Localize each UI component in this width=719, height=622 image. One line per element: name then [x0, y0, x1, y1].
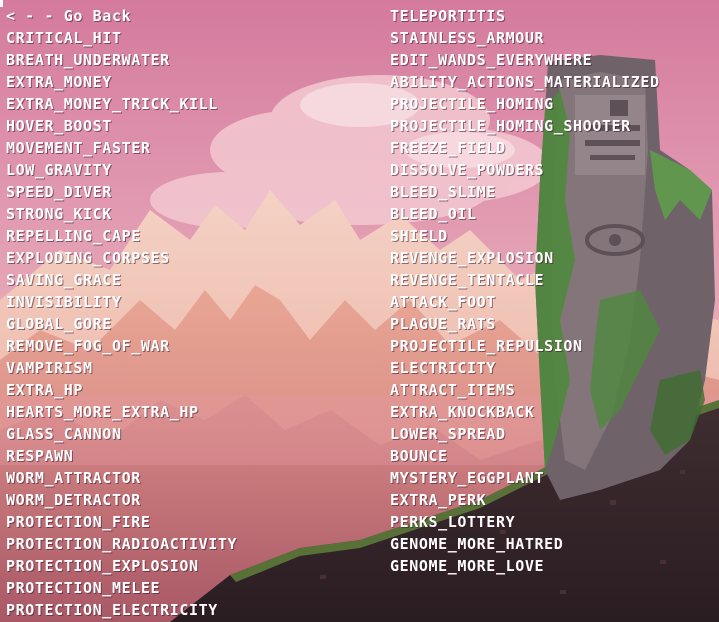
perk-item[interactable]: INVISIBILITY — [6, 291, 237, 313]
go-back-button[interactable]: < - - Go Back — [6, 5, 237, 27]
perk-item[interactable]: MYSTERY_EGGPLANT — [390, 467, 660, 489]
perk-item[interactable]: TELEPORTITIS — [390, 5, 660, 27]
perk-item[interactable]: ABILITY_ACTIONS_MATERIALIZED — [390, 71, 660, 93]
perk-item[interactable]: ATTACK_FOOT — [390, 291, 660, 313]
perk-item[interactable]: DISSOLVE_POWDERS — [390, 159, 660, 181]
perk-item[interactable]: REMOVE_FOG_OF_WAR — [6, 335, 237, 357]
perk-list-left-items: CRITICAL_HIT BREATH_UNDERWATER EXTRA_MONEY… — [6, 27, 237, 621]
perk-item[interactable]: WORM_DETRACTOR — [6, 489, 237, 511]
perk-item[interactable]: STRONG_KICK — [6, 203, 237, 225]
perk-item[interactable]: SPEED_DIVER — [6, 181, 237, 203]
perk-item[interactable]: LOW_GRAVITY — [6, 159, 237, 181]
perk-item[interactable]: GENOME_MORE_HATRED — [390, 533, 660, 555]
perk-item[interactable]: SAVING_GRACE — [6, 269, 237, 291]
perk-item[interactable]: PROTECTION_ELECTRICITY — [6, 599, 237, 621]
perk-item[interactable]: LOWER_SPREAD — [390, 423, 660, 445]
perk-item[interactable]: ATTRACT_ITEMS — [390, 379, 660, 401]
perk-item[interactable]: STAINLESS_ARMOUR — [390, 27, 660, 49]
perk-item[interactable]: EXPLODING_CORPSES — [6, 247, 237, 269]
perk-item[interactable]: BREATH_UNDERWATER — [6, 49, 237, 71]
perk-item[interactable]: PROTECTION_RADIOACTIVITY — [6, 533, 237, 555]
perk-item[interactable]: PROJECTILE_REPULSION — [390, 335, 660, 357]
perk-item[interactable]: PERKS_LOTTERY — [390, 511, 660, 533]
perk-item[interactable]: REPELLING_CAPE — [6, 225, 237, 247]
perk-item[interactable]: PROTECTION_EXPLOSION — [6, 555, 237, 577]
perk-item[interactable]: REVENGE_EXPLOSION — [390, 247, 660, 269]
perk-item[interactable]: PROTECTION_FIRE — [6, 511, 237, 533]
perk-item[interactable]: BLEED_OIL — [390, 203, 660, 225]
perk-item[interactable]: HEARTS_MORE_EXTRA_HP — [6, 401, 237, 423]
perk-item[interactable]: ELECTRICITY — [390, 357, 660, 379]
perk-item[interactable]: EDIT_WANDS_EVERYWHERE — [390, 49, 660, 71]
perk-item[interactable]: REVENGE_TENTACLE — [390, 269, 660, 291]
perk-item[interactable]: BLEED_SLIME — [390, 181, 660, 203]
perk-item[interactable]: GENOME_MORE_LOVE — [390, 555, 660, 577]
perk-item[interactable]: EXTRA_KNOCKBACK — [390, 401, 660, 423]
perk-item[interactable]: VAMPIRISM — [6, 357, 237, 379]
perk-list-right-items: TELEPORTITIS STAINLESS_ARMOUR EDIT_WANDS_E… — [390, 5, 660, 577]
perk-item[interactable]: RESPAWN — [6, 445, 237, 467]
perk-item[interactable]: WORM_ATTRACTOR — [6, 467, 237, 489]
perk-item[interactable]: EXTRA_PERK — [390, 489, 660, 511]
perk-item[interactable]: PLAGUE_RATS — [390, 313, 660, 335]
perk-item[interactable]: CRITICAL_HIT — [6, 27, 237, 49]
perk-list-left: < - - Go Back CRITICAL_HIT BREATH_UNDERWA… — [6, 5, 237, 621]
cursor-marker — [0, 0, 3, 7]
perk-item[interactable]: EXTRA_MONEY — [6, 71, 237, 93]
perk-item[interactable]: GLOBAL_GORE — [6, 313, 237, 335]
perk-item[interactable]: SHIELD — [390, 225, 660, 247]
perk-item[interactable]: MOVEMENT_FASTER — [6, 137, 237, 159]
perk-item[interactable]: PROJECTILE_HOMING — [390, 93, 660, 115]
perk-list-right: TELEPORTITIS STAINLESS_ARMOUR EDIT_WANDS_E… — [390, 5, 660, 577]
perk-item[interactable]: GLASS_CANNON — [6, 423, 237, 445]
perk-item[interactable]: PROJECTILE_HOMING_SHOOTER — [390, 115, 660, 137]
perk-item[interactable]: HOVER_BOOST — [6, 115, 237, 137]
perk-item[interactable]: PROTECTION_MELEE — [6, 577, 237, 599]
perk-item[interactable]: EXTRA_MONEY_TRICK_KILL — [6, 93, 237, 115]
perk-item[interactable]: FREEZE_FIELD — [390, 137, 660, 159]
perk-item[interactable]: BOUNCE — [390, 445, 660, 467]
perk-item[interactable]: EXTRA_HP — [6, 379, 237, 401]
